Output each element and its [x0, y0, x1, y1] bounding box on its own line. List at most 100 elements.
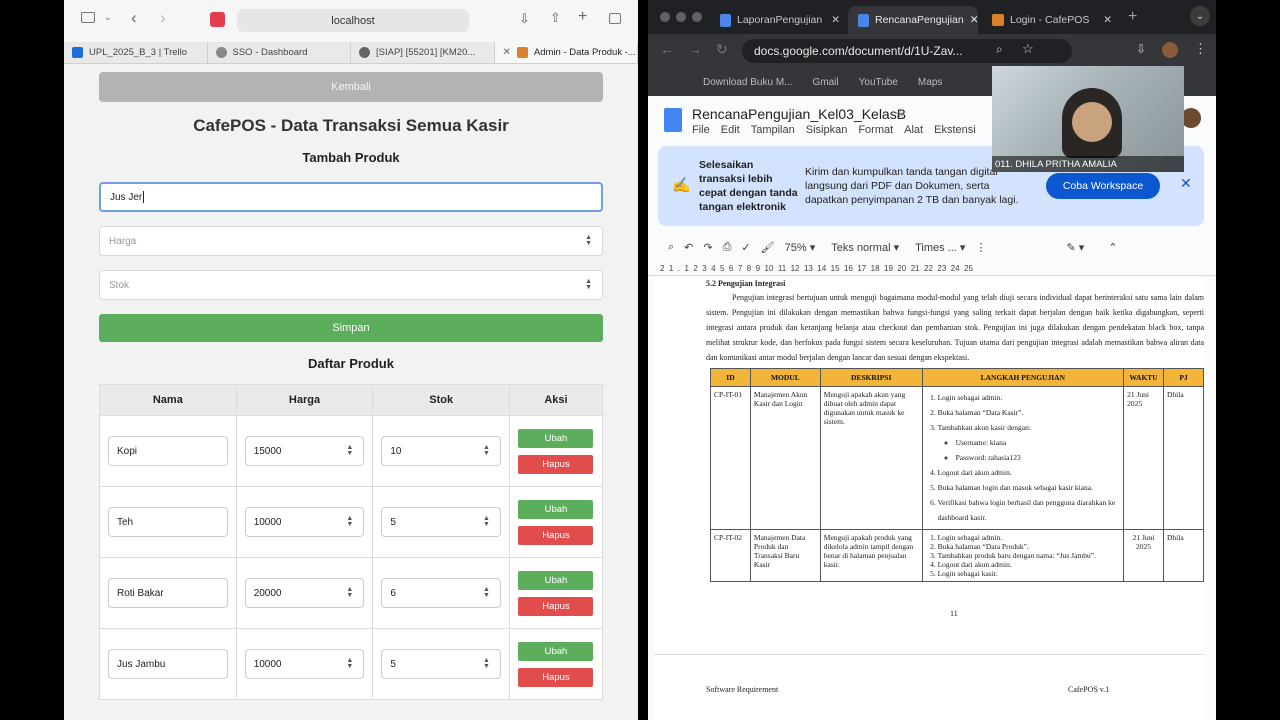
- edit-button[interactable]: Ubah: [518, 428, 594, 448]
- delete-button[interactable]: Hapus: [518, 454, 594, 474]
- new-tab-icon[interactable]: +: [1128, 8, 1137, 26]
- bookmark-item[interactable]: YouTube: [859, 77, 898, 88]
- print-icon[interactable]: ⎙: [723, 241, 732, 254]
- ruler: 2 1 . 1 2 3 4 5 6 7 8 9 10 11 12 13 14 1…: [648, 262, 1216, 276]
- safari-tab[interactable]: UPL_2025_B_3 | Trello: [64, 42, 208, 63]
- stock-input[interactable]: 10 ▲ ▼: [381, 436, 501, 466]
- bookmark-item[interactable]: Gmail: [813, 77, 839, 88]
- menu-format[interactable]: Format: [858, 124, 893, 136]
- edit-button[interactable]: Ubah: [518, 499, 594, 519]
- stepper-icon[interactable]: ▲ ▼: [346, 515, 353, 528]
- edit-mode-icon[interactable]: ✎ ▾: [1066, 241, 1084, 254]
- menu-extensions[interactable]: Ekstensi: [934, 124, 976, 136]
- menu-insert[interactable]: Sisipkan: [806, 124, 848, 136]
- forward-icon[interactable]: →: [688, 41, 702, 57]
- bookmark-item[interactable]: Download Buku M...: [703, 77, 793, 88]
- menu-icon[interactable]: ⋮: [1194, 41, 1207, 57]
- star-icon[interactable]: ☆: [894, 106, 906, 122]
- stock-input[interactable]: Stok ▲ ▼: [99, 270, 603, 300]
- delete-button[interactable]: Hapus: [518, 596, 594, 616]
- stock-input[interactable]: 6 ▲ ▼: [381, 578, 501, 608]
- close-icon[interactable]: ✕: [831, 14, 846, 26]
- font-select[interactable]: Times ... ▾: [915, 241, 965, 254]
- price-input[interactable]: Harga ▲ ▼: [99, 226, 603, 256]
- address-bar[interactable]: localhost: [237, 9, 469, 32]
- stepper-icon[interactable]: ▲ ▼: [346, 657, 353, 670]
- bookmark-star-icon[interactable]: ☆: [1022, 41, 1034, 57]
- menu-edit[interactable]: Edit: [721, 124, 740, 136]
- menu-bar: File Edit Tampilan Sisipkan Format Alat …: [692, 124, 976, 136]
- bookmark-item[interactable]: Maps: [918, 77, 942, 88]
- stepper-icon[interactable]: ▲ ▼: [346, 444, 353, 457]
- product-name-input[interactable]: Jus Jer: [99, 182, 603, 212]
- spellcheck-icon[interactable]: ✓: [741, 241, 750, 254]
- safari-tab[interactable]: SSO - Dashboard: [208, 42, 351, 63]
- stock-value: 10: [390, 445, 402, 457]
- save-button[interactable]: Simpan: [99, 314, 603, 342]
- try-workspace-button[interactable]: Coba Workspace: [1046, 173, 1160, 199]
- name-input[interactable]: Kopi: [108, 436, 228, 466]
- chevron-down-icon[interactable]: ⌄: [104, 12, 112, 23]
- stepper-icon[interactable]: ▲ ▼: [483, 657, 490, 670]
- search-icon[interactable]: ⌕: [668, 241, 674, 254]
- price-input[interactable]: 10000 ▲ ▼: [244, 649, 365, 679]
- document-title[interactable]: RencanaPengujian_Kel03_KelasB: [692, 106, 906, 122]
- stock-input[interactable]: 5 ▲ ▼: [381, 649, 501, 679]
- cell-id: CP-IT-01: [710, 386, 751, 530]
- chrome-tab-active[interactable]: RencanaPengujian ✕: [848, 6, 978, 34]
- download-icon[interactable]: ⇩: [519, 11, 530, 27]
- price-input[interactable]: 15000 ▲ ▼: [244, 436, 365, 466]
- zoom-icon[interactable]: ⌕: [996, 42, 1003, 57]
- sub-step-item: Username: kiana: [956, 435, 1121, 450]
- safari-tab[interactable]: [SIAP] [55201] [KM20...: [351, 42, 495, 63]
- back-icon[interactable]: ‹: [131, 8, 137, 28]
- new-tab-icon[interactable]: +: [578, 8, 587, 26]
- chrome-tab[interactable]: LaporanPengujian ✕: [710, 6, 846, 34]
- forward-icon[interactable]: ›: [160, 8, 166, 28]
- account-avatar[interactable]: [1181, 108, 1201, 128]
- close-icon[interactable]: ✕: [1180, 175, 1192, 192]
- edit-button[interactable]: Ubah: [518, 570, 594, 590]
- stepper-icon[interactable]: ▲ ▼: [483, 444, 490, 457]
- delete-button[interactable]: Hapus: [518, 525, 594, 545]
- profile-avatar[interactable]: [1162, 42, 1178, 58]
- menu-file[interactable]: File: [692, 124, 710, 136]
- stepper-icon[interactable]: ▲ ▼: [483, 515, 490, 528]
- name-input[interactable]: Jus Jambu: [108, 649, 228, 679]
- stepper-icon[interactable]: ▲ ▼: [585, 278, 592, 291]
- more-icon[interactable]: ⋮: [975, 241, 986, 254]
- zoom-select[interactable]: 75% ▾: [785, 241, 816, 254]
- sidebar-icon[interactable]: [81, 12, 95, 23]
- action-cell: Ubah Hapus: [508, 486, 604, 558]
- paint-format-icon[interactable]: 🖌: [761, 241, 775, 254]
- trello-icon: [72, 47, 83, 58]
- chrome-tab[interactable]: Login - CafePOS ✕: [982, 6, 1118, 34]
- back-icon[interactable]: ←: [660, 41, 674, 57]
- safari-tab-active[interactable]: ✕ Admin - Data Produk -...: [494, 42, 638, 63]
- tab-search-icon[interactable]: ⌄: [1190, 6, 1210, 26]
- delete-button[interactable]: Hapus: [518, 667, 594, 687]
- price-input[interactable]: 20000 ▲ ▼: [244, 578, 365, 608]
- stock-input[interactable]: 5 ▲ ▼: [381, 507, 501, 537]
- close-icon[interactable]: ✕: [970, 14, 978, 26]
- reload-icon[interactable]: ↻: [716, 41, 728, 58]
- share-icon[interactable]: ⇧: [550, 10, 561, 26]
- download-icon[interactable]: ⇩: [1136, 42, 1146, 56]
- undo-icon[interactable]: ↶: [684, 241, 693, 254]
- style-select[interactable]: Teks normal ▾: [831, 241, 899, 254]
- stepper-icon[interactable]: ▲ ▼: [483, 586, 490, 599]
- price-input[interactable]: 10000 ▲ ▼: [244, 507, 365, 537]
- stepper-icon[interactable]: ▲ ▼: [585, 234, 592, 247]
- close-icon[interactable]: ✕: [1103, 14, 1118, 26]
- menu-tools[interactable]: Alat: [904, 124, 923, 136]
- redo-icon[interactable]: ↷: [703, 241, 712, 254]
- back-button[interactable]: Kembali: [99, 72, 603, 102]
- tab-overview-icon[interactable]: [609, 13, 621, 24]
- collapse-icon[interactable]: ⌃: [1108, 241, 1117, 254]
- close-icon[interactable]: ✕: [503, 47, 511, 58]
- name-input[interactable]: Teh: [108, 507, 228, 537]
- edit-button[interactable]: Ubah: [518, 641, 594, 661]
- name-input[interactable]: Roti Bakar: [108, 578, 228, 608]
- menu-view[interactable]: Tampilan: [751, 124, 795, 136]
- stepper-icon[interactable]: ▲ ▼: [346, 586, 353, 599]
